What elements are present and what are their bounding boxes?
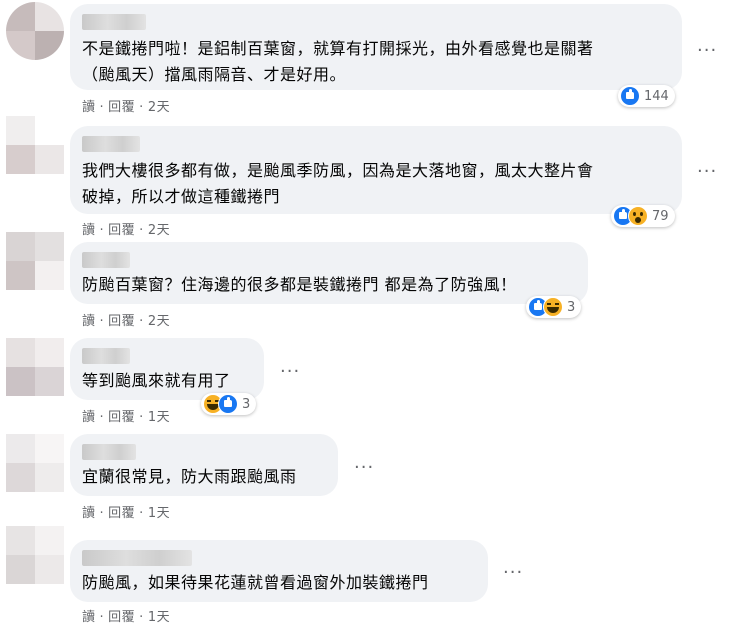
avatar[interactable] [6,116,64,174]
comment-text: 不是鐵捲門啦！是鋁制百葉窗，就算有打開採光，由外看感覺也是關著 （颱風天）擋風雨… [82,39,594,84]
commenter-name[interactable] [82,550,192,566]
commenter-name[interactable] [82,136,140,152]
timestamp[interactable]: 2天 [148,310,170,329]
comment-text: 宜蘭很常見，防大雨跟颱風雨 [82,467,297,486]
timestamp[interactable]: 1天 [148,502,170,521]
reaction-count: 144 [644,88,669,104]
comment-actions: 讀 · 回覆 · 2天 [82,310,170,329]
comment-text: 等到颱風來就有用了 [82,371,231,390]
timestamp[interactable]: 2天 [148,96,170,115]
reactions-summary[interactable]: 3 [201,393,257,415]
avatar[interactable] [6,434,64,492]
comment-text: 我們大樓很多都有做，是颱風季防風，因為是大落地窗，風太大整片會 破掉，所以才做這… [82,161,594,206]
like-icon [218,394,238,414]
reaction-count: 3 [242,396,251,412]
reaction-count: 3 [567,299,576,315]
more-options-icon[interactable]: ··· [354,459,374,477]
comment-text: 防颱百葉窗？住海邊的很多都是裝鐵捲門 都是為了防強風！ [82,275,517,294]
reactions-summary[interactable]: 79 [611,205,675,227]
read-button[interactable]: 讀 [82,406,96,425]
haha-icon [543,297,563,317]
reply-button[interactable]: 回覆 [108,96,135,115]
comment-actions: 讀 · 回覆 · 1天 [82,406,170,425]
comment-bubble: 我們大樓很多都有做，是颱風季防風，因為是大落地窗，風太大整片會 破掉，所以才做這… [70,126,682,214]
timestamp[interactable]: 2天 [148,219,170,238]
avatar[interactable] [6,338,64,396]
reactions-summary[interactable]: 3 [526,296,582,318]
reply-button[interactable]: 回覆 [108,502,135,521]
comment-actions: 讀 · 回覆 · 2天 [82,96,170,115]
read-button[interactable]: 讀 [82,96,96,115]
wow-icon [628,206,648,226]
read-button[interactable]: 讀 [82,310,96,329]
more-options-icon[interactable]: ··· [503,564,523,582]
more-options-icon[interactable]: ··· [280,363,300,381]
timestamp[interactable]: 1天 [148,406,170,425]
avatar[interactable] [6,2,64,60]
read-button[interactable]: 讀 [82,606,96,625]
read-button[interactable]: 讀 [82,219,96,238]
comment-bubble: 等到颱風來就有用了 [70,338,264,400]
comment-text: 防颱風，如果待果花蓮就曾看過窗外加裝鐵捲門 [82,573,429,592]
comment-actions: 讀 · 回覆 · 2天 [82,219,170,238]
reaction-count: 79 [652,208,669,224]
avatar[interactable] [6,232,64,290]
more-options-icon[interactable]: ··· [697,163,717,181]
comment-bubble: 防颱風，如果待果花蓮就曾看過窗外加裝鐵捲門 [70,540,488,602]
commenter-name[interactable] [82,444,136,460]
reply-button[interactable]: 回覆 [108,310,135,329]
reply-button[interactable]: 回覆 [108,219,135,238]
reply-button[interactable]: 回覆 [108,606,135,625]
more-options-icon[interactable]: ··· [697,42,717,60]
reply-button[interactable]: 回覆 [108,406,135,425]
read-button[interactable]: 讀 [82,502,96,521]
reactions-summary[interactable]: 144 [618,85,675,107]
comment-actions: 讀 · 回覆 · 1天 [82,606,170,625]
comment-bubble: 不是鐵捲門啦！是鋁制百葉窗，就算有打開採光，由外看感覺也是關著 （颱風天）擋風雨… [70,4,682,90]
commenter-name[interactable] [82,14,146,30]
comment-bubble: 防颱百葉窗？住海邊的很多都是裝鐵捲門 都是為了防強風！ [70,242,588,304]
avatar[interactable] [6,526,64,584]
commenter-name[interactable] [82,348,130,364]
comment-bubble: 宜蘭很常見，防大雨跟颱風雨 [70,434,338,496]
timestamp[interactable]: 1天 [148,606,170,625]
like-icon [620,86,640,106]
commenter-name[interactable] [82,252,130,268]
comment-actions: 讀 · 回覆 · 1天 [82,502,170,521]
